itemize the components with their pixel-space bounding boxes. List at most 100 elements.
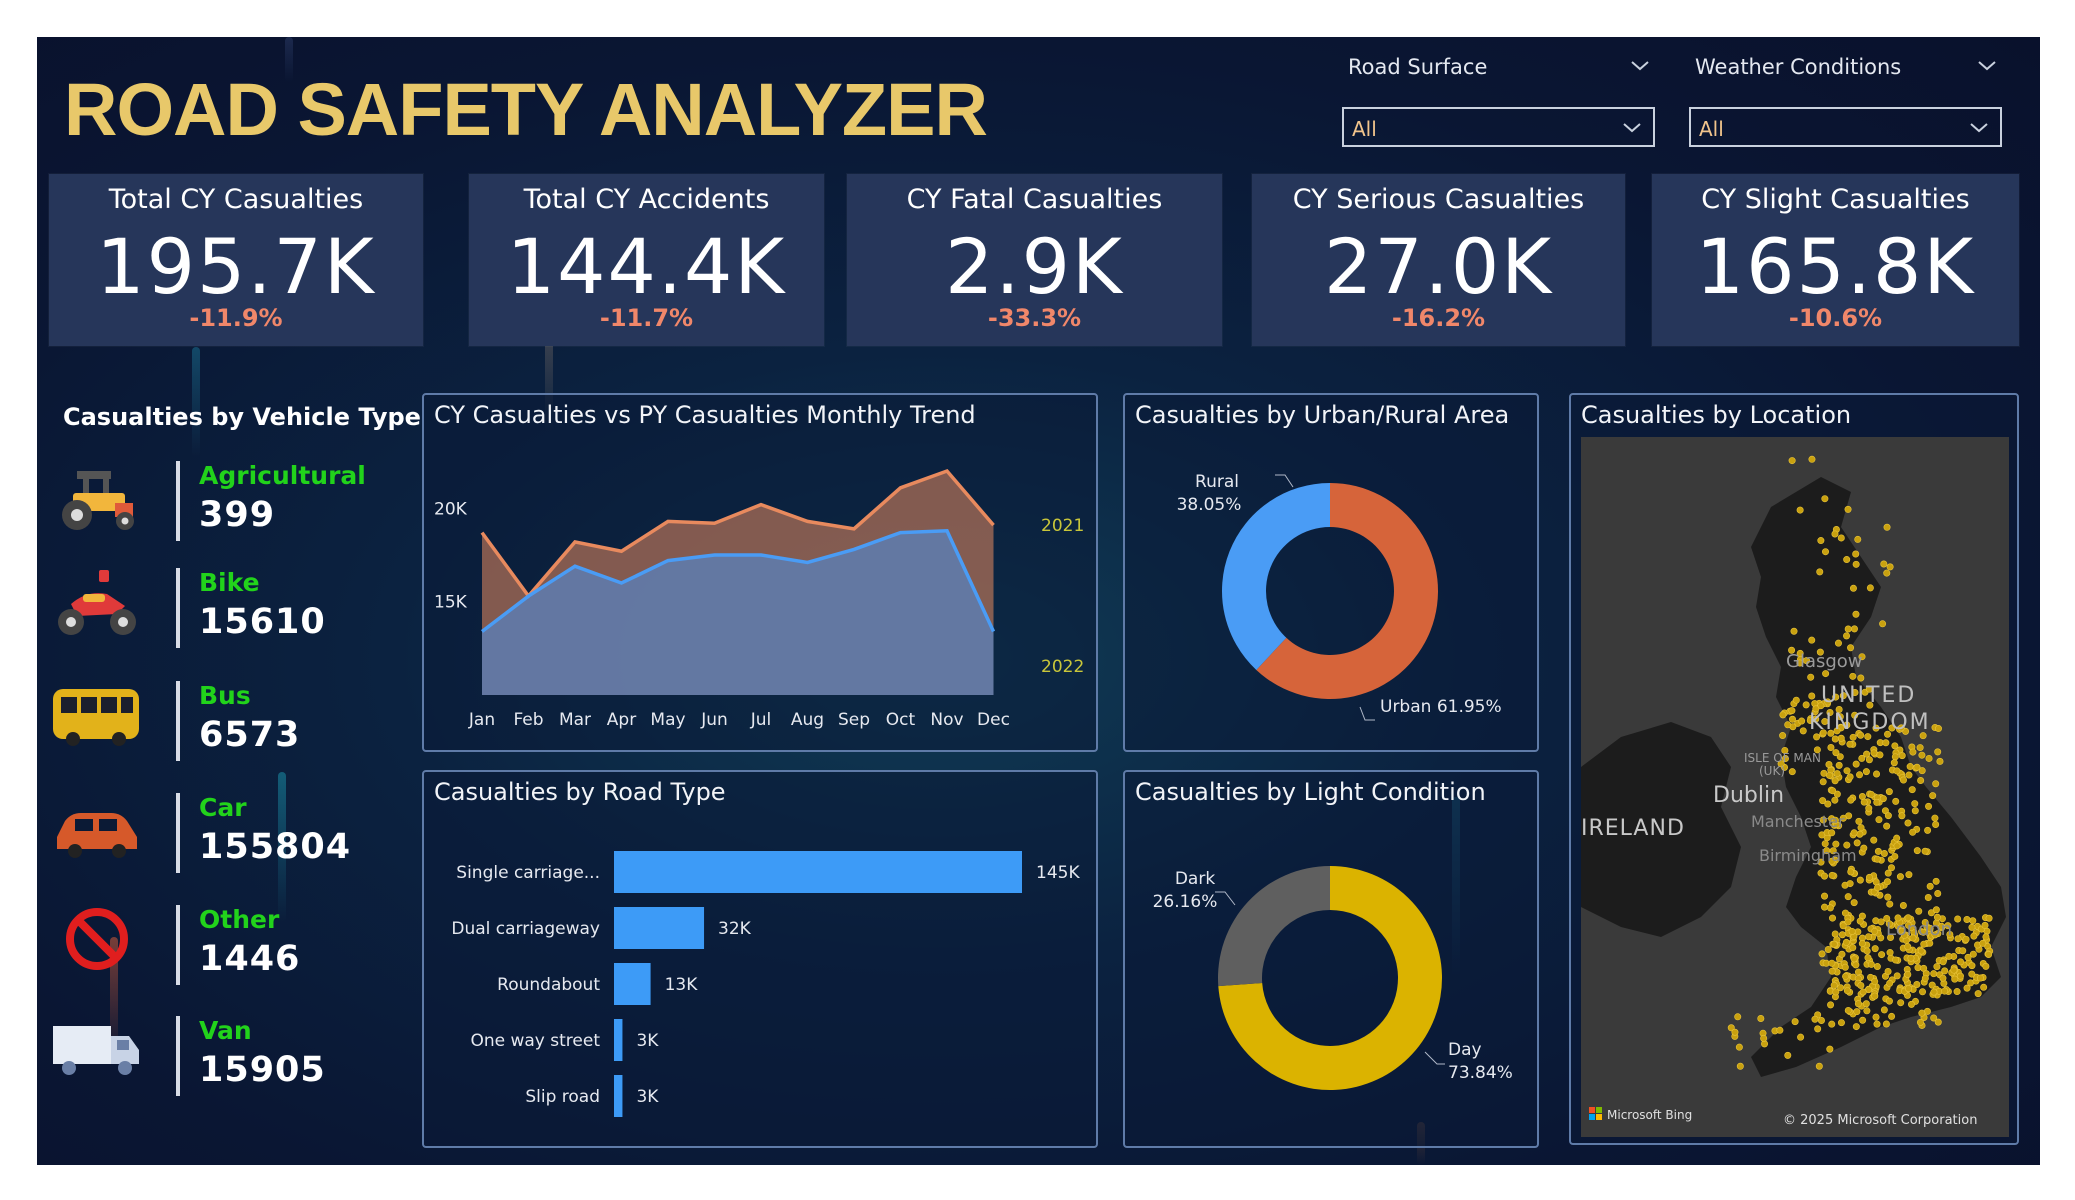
location-panel[interactable]: Casualties by Location Glasgow UNITED KI… xyxy=(1569,393,2019,1145)
kpi-value: 144.4K xyxy=(506,222,787,311)
vehicle-divider xyxy=(176,681,180,761)
leader-line xyxy=(1215,891,1236,906)
bing-label: Microsoft Bing xyxy=(1607,1108,1692,1122)
map-label: ISLE OF MAN xyxy=(1744,751,1821,765)
map-label: Manchester xyxy=(1751,812,1845,831)
chevron-down-icon[interactable] xyxy=(1629,55,1651,77)
bar-value-label: 32K xyxy=(718,919,752,939)
tractor-icon xyxy=(62,471,134,530)
car-icon xyxy=(57,813,137,858)
vehicle-name: Agricultural xyxy=(199,461,366,490)
trend-panel[interactable]: CY Casualties vs PY Casualties Monthly T… xyxy=(422,393,1098,752)
motorbike-icon xyxy=(58,570,136,635)
kpi-delta: -33.3% xyxy=(987,304,1082,332)
chevron-down-icon[interactable] xyxy=(1976,55,1998,77)
kpi-delta: -10.6% xyxy=(1788,304,1883,332)
map-label: UNITED xyxy=(1821,683,1916,708)
x-tick-label: Apr xyxy=(607,710,636,730)
panel-title: Casualties by Location xyxy=(1581,401,1852,429)
urban-rural-panel[interactable]: Casualties by Urban/Rural Area Urban 61.… xyxy=(1123,393,1539,752)
kpi-title: CY Serious Casualties xyxy=(1292,184,1585,215)
chevron-down-icon xyxy=(1623,123,1641,133)
vehicle-count: 399 xyxy=(199,495,276,535)
bar-category-label: Single carriage... xyxy=(456,863,600,883)
slice-value: 73.84% xyxy=(1448,1063,1513,1083)
kpi-delta: -16.2% xyxy=(1391,304,1486,332)
bar-category-label: Slip road xyxy=(525,1087,600,1107)
bar xyxy=(614,963,651,1005)
van-icon xyxy=(53,1026,139,1075)
road-surface-dropdown[interactable]: All xyxy=(1342,107,1655,147)
kpi-title: CY Fatal Casualties xyxy=(906,184,1163,215)
x-tick-label: Jan xyxy=(468,710,495,730)
bing-logo-icon xyxy=(1589,1107,1595,1113)
x-tick-label: Nov xyxy=(930,710,963,730)
kpi-value: 2.9K xyxy=(945,222,1124,311)
vehicle-divider xyxy=(176,1016,180,1096)
bus-icon xyxy=(53,689,139,746)
x-tick-label: Sep xyxy=(838,710,870,730)
vehicle-divider xyxy=(176,905,180,985)
vehicle-name: Car xyxy=(199,793,247,822)
kpi-delta: -11.9% xyxy=(189,304,283,332)
map-copyright: © 2025 Microsoft Corporation xyxy=(1783,1113,1977,1128)
vehicle-row-bike[interactable]: Bike 15610 xyxy=(37,564,397,654)
road-type-bar-chart[interactable]: Single carriage... 145K Dual carriageway 32… xyxy=(424,772,1096,1146)
vehicle-name: Bike xyxy=(199,568,260,597)
bar xyxy=(614,1019,623,1061)
kpi-title: Total CY Casualties xyxy=(108,184,364,215)
map-label: KINGDOM xyxy=(1809,710,1931,735)
map-label: Birmingham xyxy=(1759,846,1857,865)
vehicle-name: Van xyxy=(199,1016,252,1045)
road-surface-value: All xyxy=(1352,117,1377,141)
kpi-delta: -11.7% xyxy=(599,304,694,332)
vehicle-row-other[interactable]: Other 1446 xyxy=(37,901,397,991)
weather-dropdown[interactable]: All xyxy=(1689,107,2002,147)
bar-category-label: Roundabout xyxy=(497,975,600,995)
series-label: 2022 xyxy=(1041,657,1084,677)
slice-label: Dark xyxy=(1175,869,1215,889)
vehicle-row-van[interactable]: Van 15905 xyxy=(37,1012,397,1102)
x-tick-label: Mar xyxy=(559,710,591,730)
vehicle-divider xyxy=(176,793,180,873)
urban-rural-donut[interactable]: Urban 61.95% Rural 38.05% xyxy=(1125,395,1537,750)
road-surface-slicer[interactable]: Road Surface All xyxy=(1342,51,1657,147)
bar-category-label: Dual carriageway xyxy=(451,919,600,939)
vehicle-row-bus[interactable]: Bus 6573 xyxy=(37,677,397,767)
vehicle-row-agricultural[interactable]: Agricultural 399 xyxy=(37,457,397,547)
vehicle-divider xyxy=(176,461,180,541)
kpi-value: 165.8K xyxy=(1695,222,1976,311)
vehicle-row-car[interactable]: Car 155804 xyxy=(37,789,397,879)
chevron-down-icon xyxy=(1970,123,1988,133)
bar-value-label: 13K xyxy=(665,975,699,995)
leader-line xyxy=(1275,474,1294,488)
kpi-title: CY Slight Casualties xyxy=(1701,184,1970,215)
vehicle-divider xyxy=(176,568,180,648)
bar-category-label: One way street xyxy=(470,1031,600,1051)
light-condition-panel[interactable]: Casualties by Light Condition Day 73.84% D… xyxy=(1123,770,1539,1148)
series-label: 2021 xyxy=(1041,516,1084,536)
bar-value-label: 3K xyxy=(636,1031,659,1051)
vehicle-count: 15610 xyxy=(199,602,326,642)
vehicle-count: 1446 xyxy=(199,939,301,979)
vehicle-count: 155804 xyxy=(199,827,352,867)
road-type-panel[interactable]: Casualties by Road Type Single carriage.… xyxy=(422,770,1098,1148)
kpi-card-total-casualties: Total CY Casualties 195.7K -11.9% xyxy=(49,174,423,346)
map-label: IRELAND xyxy=(1581,816,1685,841)
weather-slicer[interactable]: Weather Conditions All xyxy=(1689,51,2004,147)
x-tick-label: Jun xyxy=(700,710,728,730)
map-labels: Glasgow UNITED KINGDOM ISLE OF MAN (UK) … xyxy=(1581,651,1977,1128)
map-label: Glasgow xyxy=(1786,651,1863,672)
trend-chart[interactable]: 20K 15K Jan Feb Mar Apr May Jun Jul Aug Sep Oct Nov D… xyxy=(424,395,1096,750)
slice-label: Rural xyxy=(1195,472,1239,492)
slice-value: 26.16% xyxy=(1153,892,1218,912)
map-canvas[interactable]: Glasgow UNITED KINGDOM ISLE OF MAN (UK) … xyxy=(1581,437,2009,1137)
map-label: Dublin xyxy=(1713,783,1784,808)
bar-value-label: 145K xyxy=(1036,863,1080,883)
bar-value-label: 3K xyxy=(636,1087,659,1107)
x-tick-label: Aug xyxy=(791,710,824,730)
bar xyxy=(614,1075,623,1117)
light-condition-donut[interactable]: Day 73.84% Dark 26.16% xyxy=(1125,772,1537,1146)
vehicle-name: Other xyxy=(199,905,280,934)
y-tick-label: 20K xyxy=(434,499,468,519)
